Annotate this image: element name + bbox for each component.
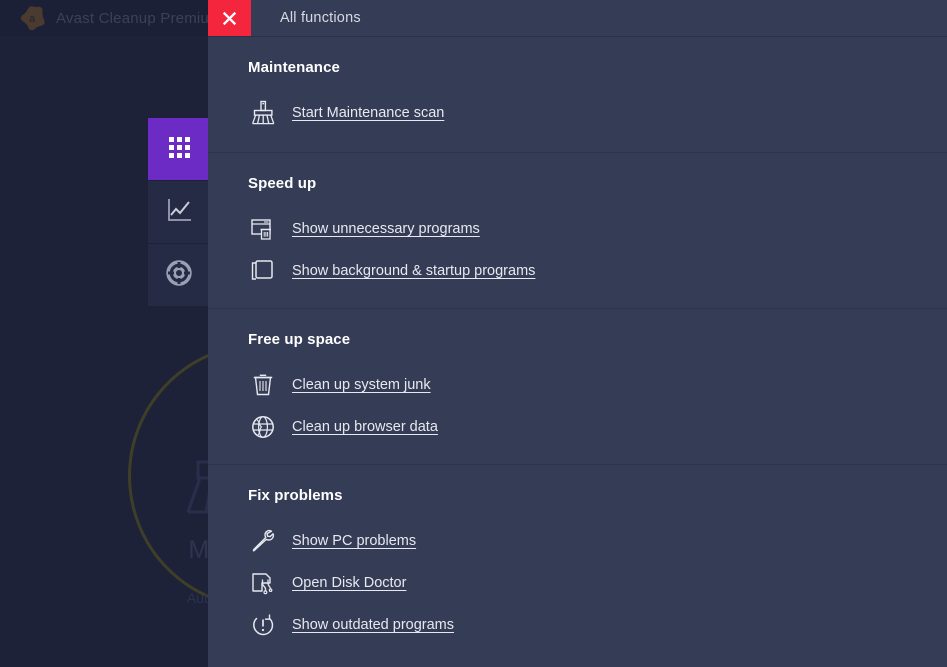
close-button[interactable] [208, 0, 251, 36]
function-show-outdated-programs[interactable]: Show outdated programs [248, 610, 947, 640]
function-label: Show PC problems [292, 533, 416, 549]
section-title: Maintenance [248, 59, 947, 76]
function-clean-up-system-junk[interactable]: Clean up system junk [248, 370, 947, 400]
svg-text:a: a [29, 13, 36, 25]
function-open-disk-doctor[interactable]: Open Disk Doctor [248, 568, 947, 598]
section-fix-problems: Fix problems Show PC problems [208, 465, 947, 662]
function-label: Start Maintenance scan [292, 105, 444, 121]
wrench-icon [248, 526, 278, 556]
stacked-windows-icon [248, 256, 278, 286]
function-label: Show unnecessary programs [292, 221, 480, 237]
all-functions-panel: All functions Maintenance [208, 0, 947, 667]
sidebar-item-support[interactable] [148, 244, 210, 306]
function-label: Open Disk Doctor [292, 575, 406, 591]
trash-icon [248, 370, 278, 400]
function-start-maintenance-scan[interactable]: Start Maintenance scan [248, 98, 947, 128]
app-title: Avast Cleanup Premium [56, 10, 222, 27]
function-label: Show outdated programs [292, 617, 454, 633]
window-trash-icon [248, 214, 278, 244]
function-show-background-startup-programs[interactable]: Show background & startup programs [248, 256, 947, 286]
function-show-pc-problems[interactable]: Show PC problems [248, 526, 947, 556]
globe-icon [248, 412, 278, 442]
disk-stethoscope-icon [248, 568, 278, 598]
avast-logo-icon: a [20, 5, 46, 31]
function-show-unnecessary-programs[interactable]: Show unnecessary programs [248, 214, 947, 244]
lifesaver-icon [164, 258, 194, 293]
section-title: Speed up [248, 175, 947, 192]
grid-dots-icon [164, 132, 194, 167]
panel-title: All functions [251, 0, 361, 36]
section-title: Fix problems [248, 487, 947, 504]
panel-body: Maintenance Start Maintenance scan [208, 37, 947, 662]
function-label: Clean up system junk [292, 377, 431, 393]
section-maintenance: Maintenance Start Maintenance scan [208, 37, 947, 153]
app-window: a Avast Cleanup Premium Maintenance NOT … [0, 0, 947, 667]
sidebar-item-all-functions[interactable] [148, 118, 210, 180]
sidebar [148, 118, 210, 306]
broom-icon [248, 98, 278, 128]
panel-header: All functions [208, 0, 947, 37]
sidebar-item-performance[interactable] [148, 181, 210, 243]
section-free-up-space: Free up space Clean up system junk [208, 309, 947, 465]
line-chart-icon [164, 195, 194, 230]
function-label: Show background & startup programs [292, 263, 535, 279]
close-icon [222, 11, 237, 26]
function-label: Clean up browser data [292, 419, 438, 435]
refresh-alert-icon [248, 610, 278, 640]
function-clean-up-browser-data[interactable]: Clean up browser data [248, 412, 947, 442]
section-title: Free up space [248, 331, 947, 348]
section-speed-up: Speed up Show unnecessary programs [208, 153, 947, 309]
